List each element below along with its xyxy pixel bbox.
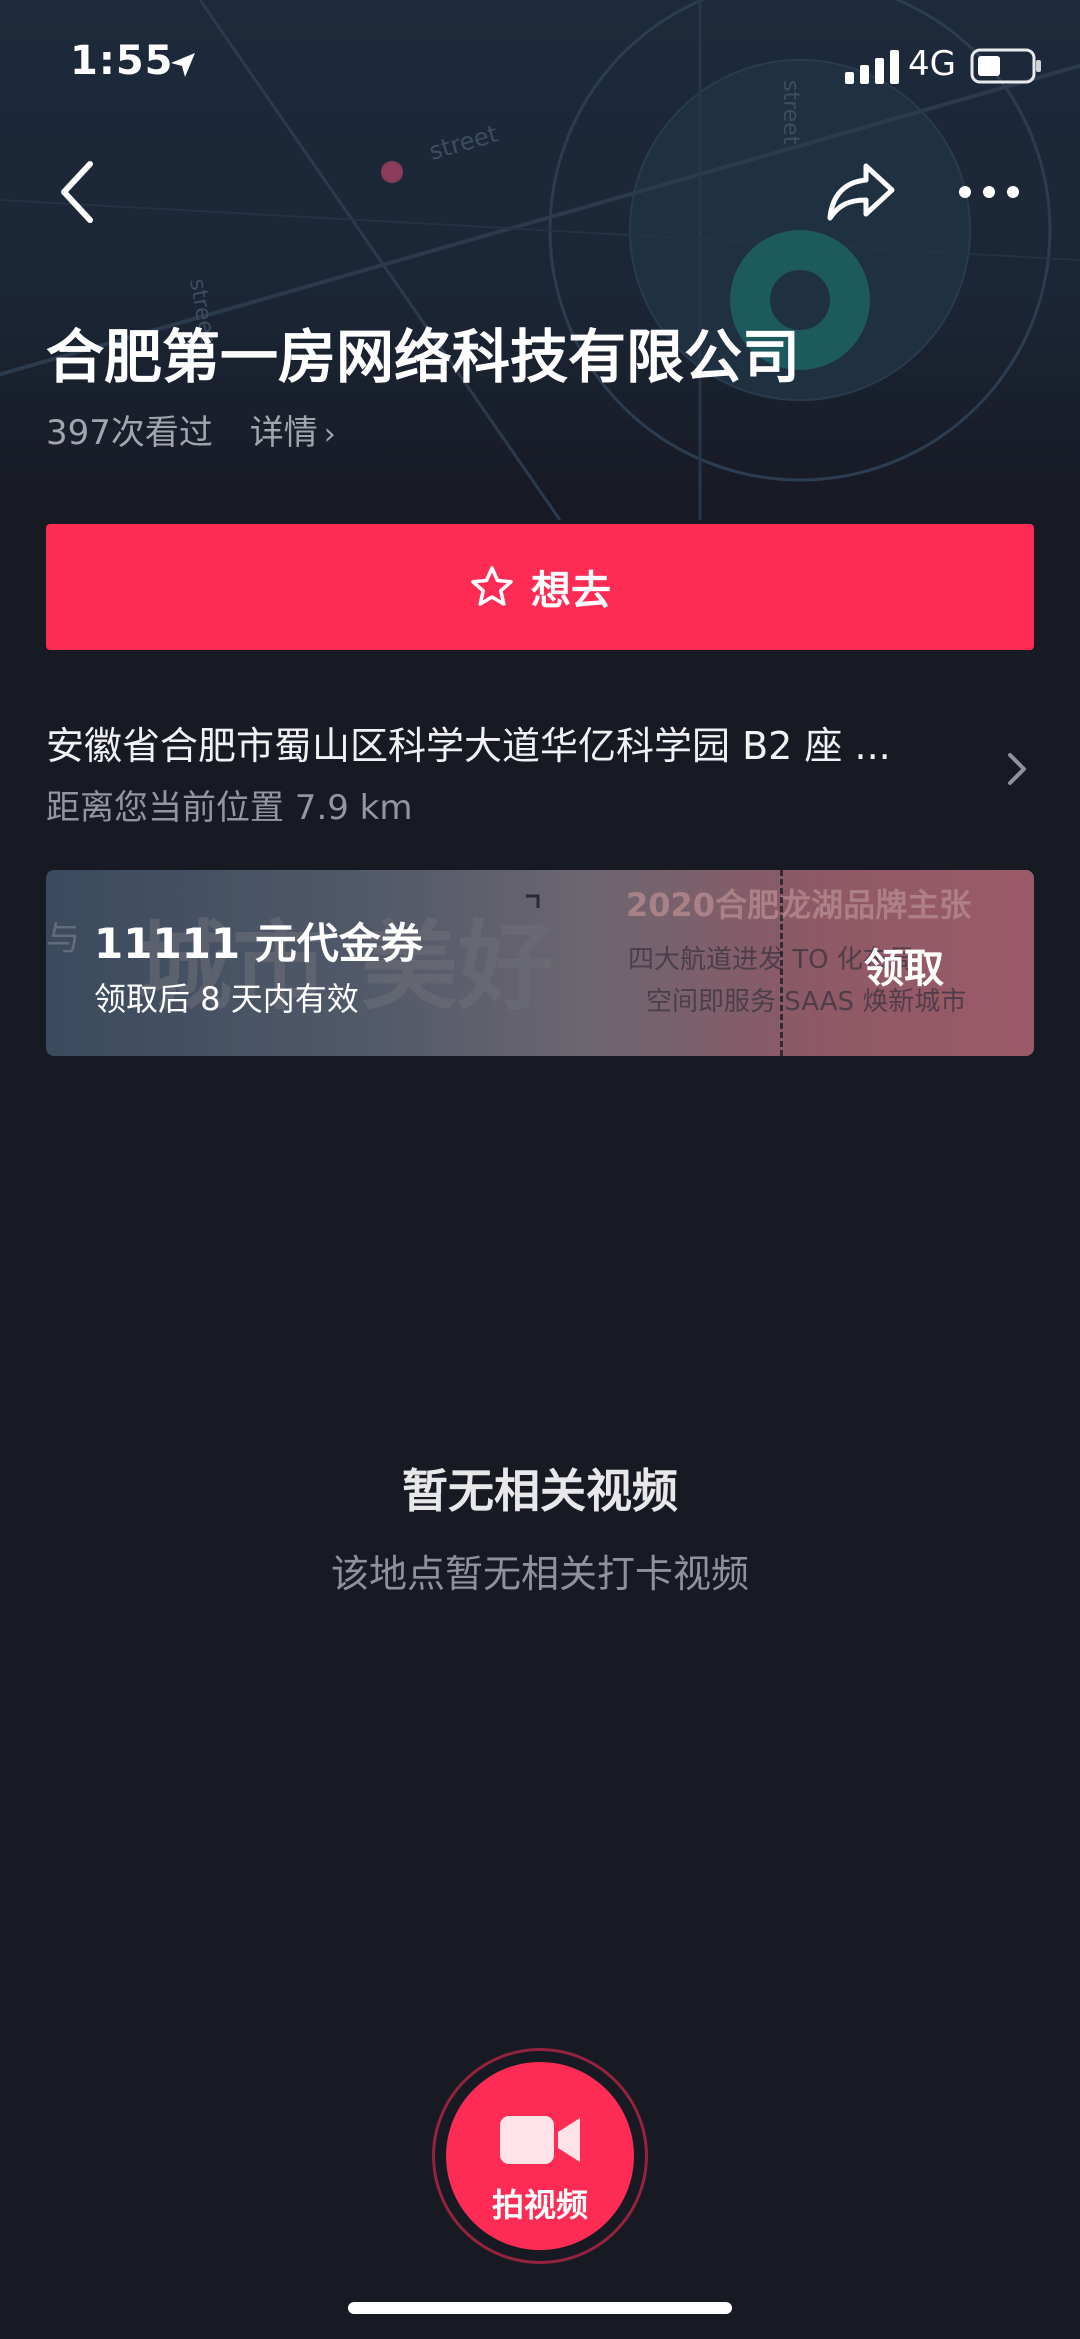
place-meta: 397次看过 详情 › xyxy=(46,405,336,454)
home-indicator xyxy=(348,2302,732,2314)
shoot-video-button[interactable]: 拍视频 xyxy=(446,2062,634,2250)
video-camera-icon xyxy=(500,2116,580,2164)
place-detail-page: street street street 1:55 4G 合肥第一房网络科技有限… xyxy=(0,0,1080,2339)
status-bar: 1:55 4G xyxy=(0,0,1080,130)
want-to-go-button[interactable]: 想去 xyxy=(46,524,1034,650)
coupon-divider xyxy=(780,870,783,1056)
cellular-signal-icon xyxy=(845,50,899,84)
want-to-go-label: 想去 xyxy=(531,568,611,614)
coupon-amount: 11111 元代金券 xyxy=(94,919,423,968)
empty-state-subtitle: 该地点暂无相关打卡视频 xyxy=(330,1552,749,1596)
address-row[interactable]: 安徽省合肥市蜀山区科学大道华亿科学园 B2 座 ... 距离您当前位置 7.9 … xyxy=(46,705,1046,835)
battery-icon xyxy=(970,48,1041,84)
banner-headline: 2020合肥龙湖品牌主张 xyxy=(626,886,971,924)
coupon-card: 城市 美好 与 2020合肥龙湖品牌主张 四大航道进发 TO 化布局 空间即服务… xyxy=(46,870,1034,1056)
address-text: 安徽省合肥市蜀山区科学大道华亿科学园 B2 座 ... xyxy=(46,724,891,768)
chevron-right-icon xyxy=(1008,753,1026,785)
chevron-right-icon: › xyxy=(323,417,336,452)
back-icon[interactable] xyxy=(52,158,104,226)
empty-state-title: 暂无相关视频 xyxy=(402,1464,678,1518)
more-icon[interactable] xyxy=(956,170,1022,214)
banner-small-text: 与 xyxy=(46,919,80,959)
share-icon[interactable] xyxy=(826,160,898,224)
network-type: 4G xyxy=(908,44,956,84)
distance-text: 距离您当前位置 7.9 km xyxy=(46,788,413,828)
coupon-validity: 领取后 8 天内有效 xyxy=(94,980,359,1018)
status-time: 1:55 xyxy=(70,38,174,84)
details-label: 详情 xyxy=(249,413,318,453)
view-count: 397次看过 xyxy=(46,413,213,453)
details-link[interactable]: 详情 › xyxy=(250,413,336,453)
star-icon xyxy=(471,566,513,606)
location-arrow-icon xyxy=(171,53,195,77)
shoot-video-label: 拍视频 xyxy=(491,2186,588,2224)
claim-coupon-button[interactable]: 领取 xyxy=(864,936,944,994)
place-title: 合肥第一房网络科技有限公司 xyxy=(46,323,801,391)
